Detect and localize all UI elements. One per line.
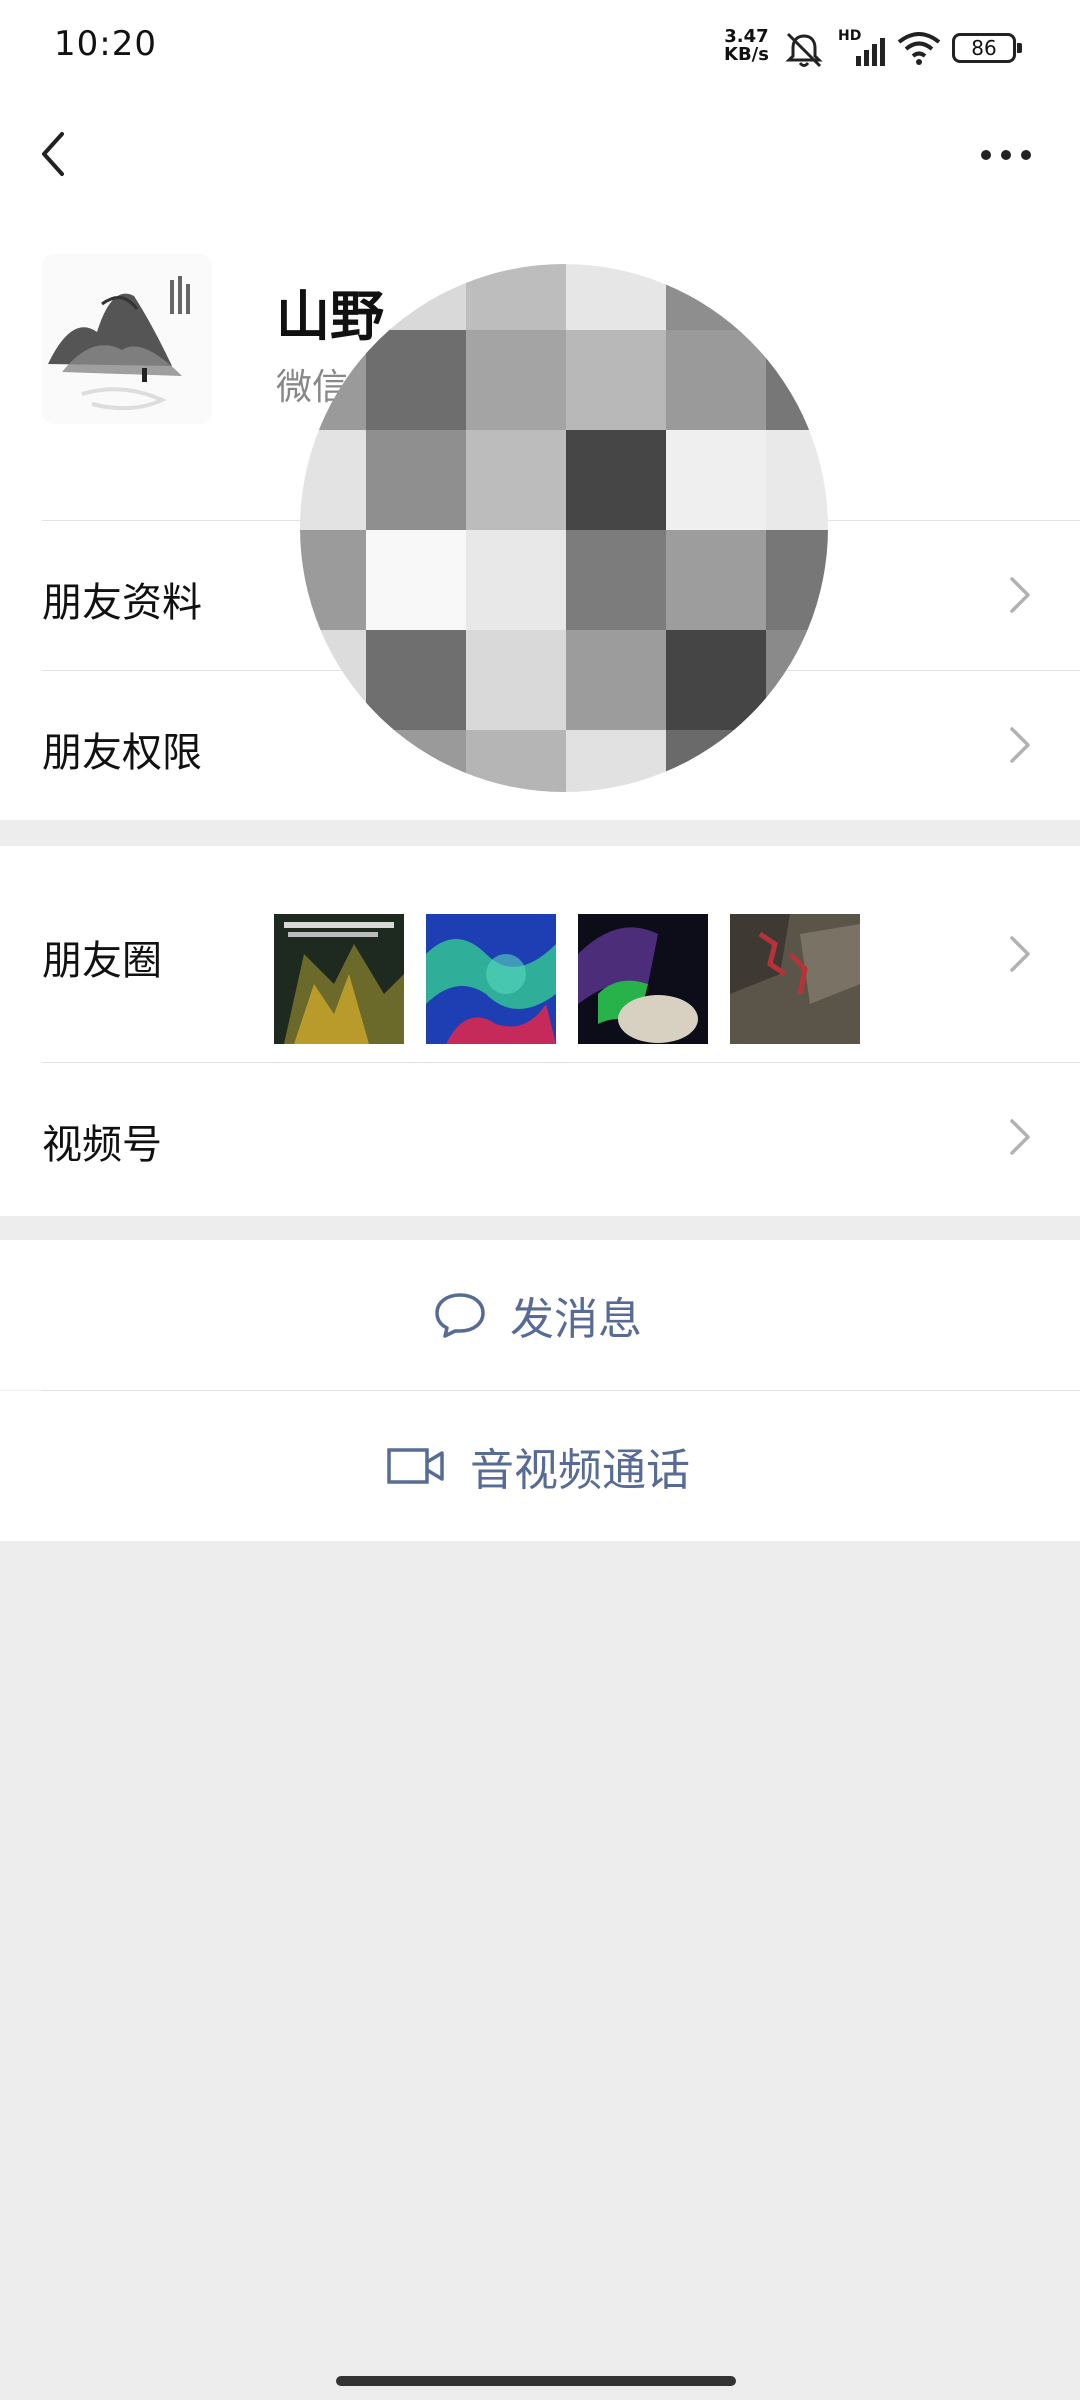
friend-info-label: 朋友资料 (42, 580, 202, 626)
ink-mountain-avatar-image (42, 254, 212, 424)
profile-name: 山野 (276, 285, 384, 348)
chevron-right-icon (1010, 577, 1030, 613)
social-section: 朋友圈 视频号 (0, 846, 1080, 1216)
moments-photo (426, 914, 556, 1044)
chevron-left-icon[interactable] (34, 124, 74, 184)
home-indicator[interactable] (336, 2376, 736, 2386)
chat-bubble-icon (435, 1293, 485, 1338)
mute-bell-icon (785, 32, 823, 68)
channels-label: 视频号 (42, 1122, 162, 1168)
moments-photo (730, 914, 860, 1044)
status-bar: 10:20 3.47 KB/s HD 86 (0, 0, 1080, 100)
nav-bar (0, 100, 1080, 210)
chevron-right-icon (1010, 727, 1030, 763)
chevron-right-icon (1010, 1119, 1030, 1155)
network-speed-unit: KB/s (724, 44, 769, 65)
video-call-content: 音视频通话 (386, 1391, 690, 1541)
battery-level: 86 (971, 36, 997, 60)
avatar[interactable] (42, 254, 212, 424)
send-message-label: 发消息 (510, 1294, 642, 1345)
moments-row[interactable]: 朋友圈 (0, 846, 1080, 1062)
chevron-right-icon (1010, 936, 1030, 972)
moments-label: 朋友圈 (42, 938, 162, 984)
send-message-content: 发消息 (432, 1240, 642, 1390)
network-speed: 3.47 KB/s (724, 28, 769, 64)
video-call-button[interactable]: 音视频通话 (0, 1391, 1080, 1541)
contact-profile-page: 10:20 3.47 KB/s HD 86 山野 微信 朋友资料 朋友权限 朋友… (0, 0, 1080, 2400)
wifi-icon (897, 32, 941, 65)
video-camera-icon (387, 1448, 444, 1484)
more-dots-icon[interactable] (978, 140, 1034, 170)
moments-photo (274, 914, 404, 1044)
signal-icon (856, 38, 885, 66)
moments-photo (578, 914, 708, 1044)
privacy-mosaic-overlay (300, 264, 828, 792)
battery-icon: 86 (952, 33, 1022, 63)
send-message-button[interactable]: 发消息 (0, 1240, 1080, 1390)
mosaic-pattern (300, 264, 828, 792)
video-call-label: 音视频通话 (470, 1445, 690, 1496)
status-time: 10:20 (54, 24, 157, 64)
friend-permissions-label: 朋友权限 (42, 730, 202, 776)
channels-row[interactable]: 视频号 (0, 1062, 1080, 1216)
